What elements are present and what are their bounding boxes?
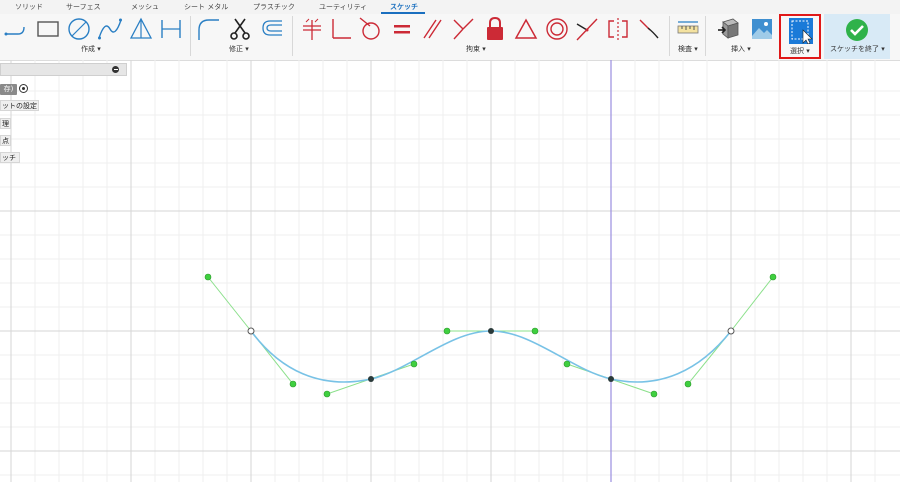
create-group-label[interactable]: 作成 ▾ (81, 44, 101, 54)
divider (669, 16, 670, 56)
endpoint (727, 327, 735, 335)
offset-icon[interactable] (260, 16, 284, 42)
tab-mesh[interactable]: メッシュ (131, 0, 159, 14)
fix-icon[interactable] (300, 16, 324, 42)
select-group-label: 選択 ▾ (790, 47, 810, 55)
handle-point (684, 380, 692, 388)
concentric-icon[interactable] (545, 16, 569, 42)
divider (705, 16, 706, 56)
finish-group-label: スケッチを終了 ▾ (830, 45, 885, 53)
insert-group-label[interactable]: 挿入 ▾ (731, 44, 751, 54)
collapse-icon[interactable] (112, 66, 119, 73)
sketch-canvas[interactable] (0, 60, 900, 482)
lock-icon[interactable] (483, 16, 507, 42)
parallel-icon[interactable] (420, 16, 444, 42)
grid-major (0, 60, 900, 482)
rectangle-icon[interactable] (36, 16, 60, 42)
symmetry-icon[interactable] (606, 16, 630, 42)
browser-item-origin[interactable]: 点 (0, 135, 11, 146)
finish-sketch-button[interactable]: スケッチを終了 ▾ (824, 14, 890, 59)
handle-point (410, 360, 418, 368)
handle-point (289, 380, 297, 388)
fit-point (608, 376, 614, 382)
grid-minor (0, 60, 900, 482)
tab-sheet-metal[interactable]: シート メタル (184, 0, 228, 14)
endpoint (247, 327, 255, 335)
trim-scissors-icon[interactable] (228, 16, 252, 42)
inspect-group-label[interactable]: 検査 ▾ (678, 44, 698, 54)
select-button[interactable]: 選択 ▾ (779, 14, 821, 59)
perpendicular-icon[interactable] (329, 16, 353, 42)
tangent-icon[interactable] (358, 16, 382, 42)
triangle-fit-icon[interactable] (129, 16, 153, 42)
tab-solid[interactable]: ソリッド (15, 0, 43, 14)
insert-image-icon[interactable] (750, 16, 774, 42)
constraints-group-label[interactable]: 拘束 ▾ (466, 44, 486, 54)
circle-icon[interactable] (67, 16, 91, 42)
midpoint-icon[interactable] (575, 16, 599, 42)
line-icon[interactable] (4, 16, 28, 42)
browser-item-sketches[interactable]: ッチ (0, 152, 20, 163)
select-window-icon (789, 18, 813, 44)
browser-badge[interactable]: 存) (0, 84, 17, 95)
tab-utilities[interactable]: ユーティリティ (319, 0, 367, 14)
fit-point (488, 328, 494, 334)
equal-icon[interactable] (390, 16, 414, 42)
tab-bar: ソリッド サーフェス メッシュ シート メタル プラスチック ユーティリティ ス… (0, 0, 900, 14)
handle-point (443, 327, 451, 335)
spline-icon[interactable] (98, 16, 122, 42)
browser-item-doc-settings[interactable]: ットの設定 (0, 100, 39, 111)
handle-point (323, 390, 331, 398)
handle-point (769, 273, 777, 281)
handle-point (650, 390, 658, 398)
fit-point (368, 376, 374, 382)
angle-icon[interactable] (451, 16, 475, 42)
toolbar-ribbon: 作成 ▾ 修正 ▾ 拘束 ▾ 検査 ▾ 挿入 ▾ 選択 ▾ スケッチを終了 ▾ (0, 14, 900, 61)
smooth-icon[interactable] (637, 16, 661, 42)
insert-derive-icon[interactable] (717, 16, 741, 42)
handle-point (563, 360, 571, 368)
fillet-icon[interactable] (196, 16, 220, 42)
dimension-icon[interactable] (159, 16, 183, 42)
divider (190, 16, 191, 56)
modify-group-label[interactable]: 修正 ▾ (229, 44, 249, 54)
browser-item-named-views[interactable]: 理 (0, 118, 11, 129)
tab-surface[interactable]: サーフェス (66, 0, 101, 14)
tab-plastic[interactable]: プラスチック (253, 0, 295, 14)
finish-checkmark-icon (845, 18, 869, 42)
triangle-icon[interactable] (514, 16, 538, 42)
handle-point (204, 273, 212, 281)
browser-panel-header (0, 63, 127, 76)
handle-point (531, 327, 539, 335)
radio-icon[interactable] (19, 84, 28, 93)
divider (292, 16, 293, 56)
measure-icon[interactable] (676, 16, 700, 42)
